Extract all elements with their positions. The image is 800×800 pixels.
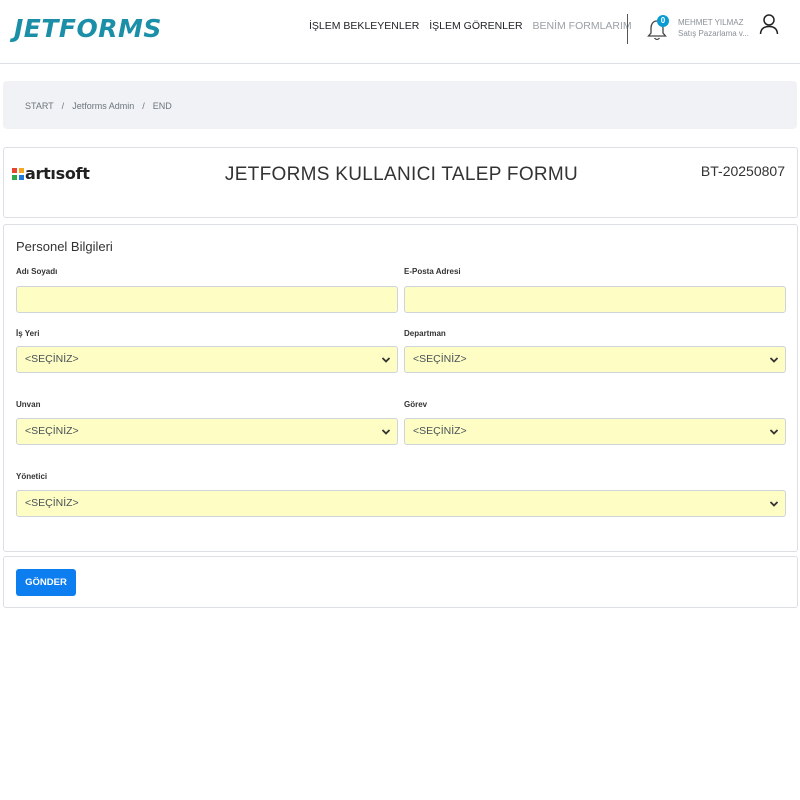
chevron-down-icon: [769, 357, 779, 363]
breadcrumb-start[interactable]: START: [25, 101, 54, 111]
workplace-select-value: <SEÇİNİZ>: [25, 353, 79, 365]
submit-card: GÖNDER: [3, 556, 798, 608]
top-header: JETFORMS İŞLEM BEKLEYENLER İŞLEM GÖRENLE…: [0, 0, 800, 64]
department-select[interactable]: <SEÇİNİZ>: [404, 346, 786, 373]
form-code: BT-20250807: [700, 163, 785, 179]
chevron-down-icon: [381, 429, 391, 435]
department-label: Departman: [404, 329, 446, 338]
chevron-down-icon: [381, 357, 391, 363]
form-title: JETFORMS KULLANICI TALEP FORMU: [224, 164, 579, 185]
nav-item-pending[interactable]: İŞLEM BEKLEYENLER: [309, 20, 419, 32]
form-header-card: artısoft JETFORMS KULLANICI TALEP FORMU …: [3, 147, 798, 218]
nav-item-processed[interactable]: İŞLEM GÖRENLER: [429, 20, 522, 32]
manager-label: Yönetici: [16, 472, 48, 481]
title-select[interactable]: <SEÇİNİZ>: [16, 418, 398, 445]
chevron-down-icon: [769, 429, 779, 435]
app-logo[interactable]: JETFORMS: [14, 14, 162, 43]
manager-select-value: <SEÇİNİZ>: [25, 497, 79, 509]
duty-select[interactable]: <SEÇİNİZ>: [404, 418, 786, 445]
main-nav: İŞLEM BEKLEYENLER İŞLEM GÖRENLER BENİM F…: [309, 20, 639, 32]
chevron-down-icon: [769, 501, 779, 507]
duty-select-value: <SEÇİNİZ>: [413, 425, 467, 437]
workplace-select[interactable]: <SEÇİNİZ>: [16, 346, 398, 373]
notification-badge: 0: [657, 15, 669, 27]
submit-button[interactable]: GÖNDER: [16, 569, 76, 596]
workplace-label: İş Yeri: [16, 329, 40, 338]
name-label: Adı Soyadı: [16, 267, 58, 276]
email-input[interactable]: [404, 286, 786, 313]
breadcrumb-end[interactable]: END: [153, 101, 172, 111]
title-label: Unvan: [16, 400, 41, 409]
nav-item-my-forms[interactable]: BENİM FORMLARIM: [533, 20, 632, 32]
section-title: Personel Bilgileri: [16, 239, 113, 254]
user-role: Satış Pazarlama v...: [678, 29, 749, 38]
user-icon[interactable]: [758, 13, 780, 35]
email-label: E-Posta Adresi: [404, 267, 461, 276]
duty-label: Görev: [404, 400, 428, 409]
manager-select[interactable]: <SEÇİNİZ>: [16, 490, 786, 517]
breadcrumb-separator: /: [61, 101, 65, 111]
personnel-form-card: Personel Bilgileri Adı Soyadı E-Posta Ad…: [3, 224, 798, 552]
breadcrumb-separator: /: [142, 101, 145, 111]
nav-divider: [627, 14, 628, 44]
breadcrumb-admin[interactable]: Jetforms Admin: [72, 101, 134, 111]
breadcrumb: START / Jetforms Admin / END: [3, 81, 797, 129]
user-info[interactable]: MEHMET YILMAZ Satış Pazarlama v...: [678, 17, 749, 39]
user-name: MEHMET YILMAZ: [678, 18, 744, 27]
name-input[interactable]: [16, 286, 398, 313]
department-select-value: <SEÇİNİZ>: [413, 353, 467, 365]
title-select-value: <SEÇİNİZ>: [25, 425, 79, 437]
